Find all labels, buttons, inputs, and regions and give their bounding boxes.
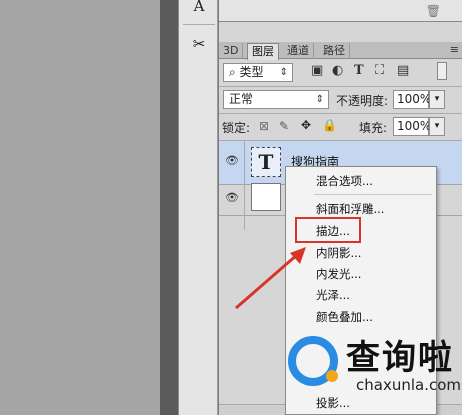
divider	[219, 86, 462, 87]
smartobject-filter-icon[interactable]: ▤	[397, 63, 409, 78]
tab-3d[interactable]: 3D	[219, 43, 244, 59]
adjust-filter-icon[interactable]: ◐	[332, 63, 343, 78]
opacity-dropdown-button[interactable]: ▾	[429, 90, 445, 109]
lock-all-icon[interactable]: 🔒	[322, 118, 337, 132]
opacity-label: 不透明度:	[336, 94, 389, 108]
watermark-dot	[326, 370, 338, 382]
menu-item-bevel-emboss[interactable]: 斜面和浮雕...	[316, 201, 384, 217]
stroke-highlight-box	[295, 217, 361, 243]
search-icon: ⌕	[229, 65, 240, 79]
fill-input[interactable]: 100%	[393, 117, 431, 136]
canvas-area[interactable]	[0, 0, 160, 415]
character-panel-icon[interactable]: A	[185, 0, 213, 18]
fill-dropdown-button[interactable]: ▾	[429, 117, 445, 136]
tab-channels[interactable]: 通道	[283, 43, 314, 59]
eye-icon[interactable]: 👁	[225, 191, 239, 204]
previous-panel-footer: 🗑	[219, 0, 462, 22]
tab-layers[interactable]: 图层	[247, 43, 279, 60]
chevron-updown-icon: ⇕	[315, 94, 324, 105]
menu-separator	[314, 194, 432, 195]
watermark-url: chaxunla.com	[356, 376, 461, 394]
background-layer-thumbnail	[251, 183, 281, 211]
text-layer-thumbnail: T	[251, 147, 281, 177]
watermark-title: 查询啦	[346, 338, 454, 378]
chevron-updown-icon: ⇕	[279, 67, 288, 78]
opacity-input[interactable]: 100%	[393, 90, 431, 109]
image-filter-icon[interactable]: ▣	[311, 63, 323, 78]
lock-transparent-icon[interactable]: ⊠	[259, 119, 269, 133]
tool-presets-icon[interactable]: ✂	[185, 32, 213, 56]
panel-tab-bar: 3D 图层 通道 路径 ≡	[219, 42, 462, 60]
menu-item-inner-glow[interactable]: 内发光...	[316, 266, 361, 282]
menu-item-blending-options[interactable]: 混合选项...	[316, 173, 373, 189]
lock-label: 锁定:	[222, 121, 251, 135]
eye-icon[interactable]: 👁	[225, 154, 239, 167]
filter-toggle-switch[interactable]	[437, 62, 447, 80]
canvas-scrollbar[interactable]	[160, 0, 178, 415]
fill-label: 填充:	[359, 121, 388, 135]
menu-item-inner-shadow[interactable]: 内阴影...	[316, 245, 361, 261]
lock-move-icon[interactable]: ✥	[301, 118, 311, 132]
trash-icon[interactable]: 🗑	[426, 4, 441, 18]
watermark-logo: 查询啦 chaxunla.com	[282, 328, 462, 400]
filter-kind-label: 类型	[239, 65, 264, 79]
menu-item-color-overlay[interactable]: 颜色叠加...	[316, 309, 373, 325]
tool-divider	[183, 24, 215, 25]
type-filter-icon[interactable]: T	[354, 63, 364, 78]
panel-menu-icon[interactable]: ≡	[450, 43, 459, 56]
layer-filter-select[interactable]: ⌕ 类型 ⇕	[223, 63, 293, 82]
lock-brush-icon[interactable]: ✎	[279, 119, 289, 133]
annotation-arrow-icon	[235, 247, 306, 310]
menu-item-satin[interactable]: 光泽...	[316, 287, 350, 303]
blend-mode-value: 正常	[229, 92, 254, 106]
divider	[219, 113, 462, 114]
panel-tool-strip: A ✂	[178, 0, 218, 415]
shape-filter-icon[interactable]: ⛶	[375, 63, 384, 78]
tab-paths[interactable]: 路径	[319, 43, 350, 59]
blend-mode-select[interactable]: 正常 ⇕	[223, 90, 329, 109]
